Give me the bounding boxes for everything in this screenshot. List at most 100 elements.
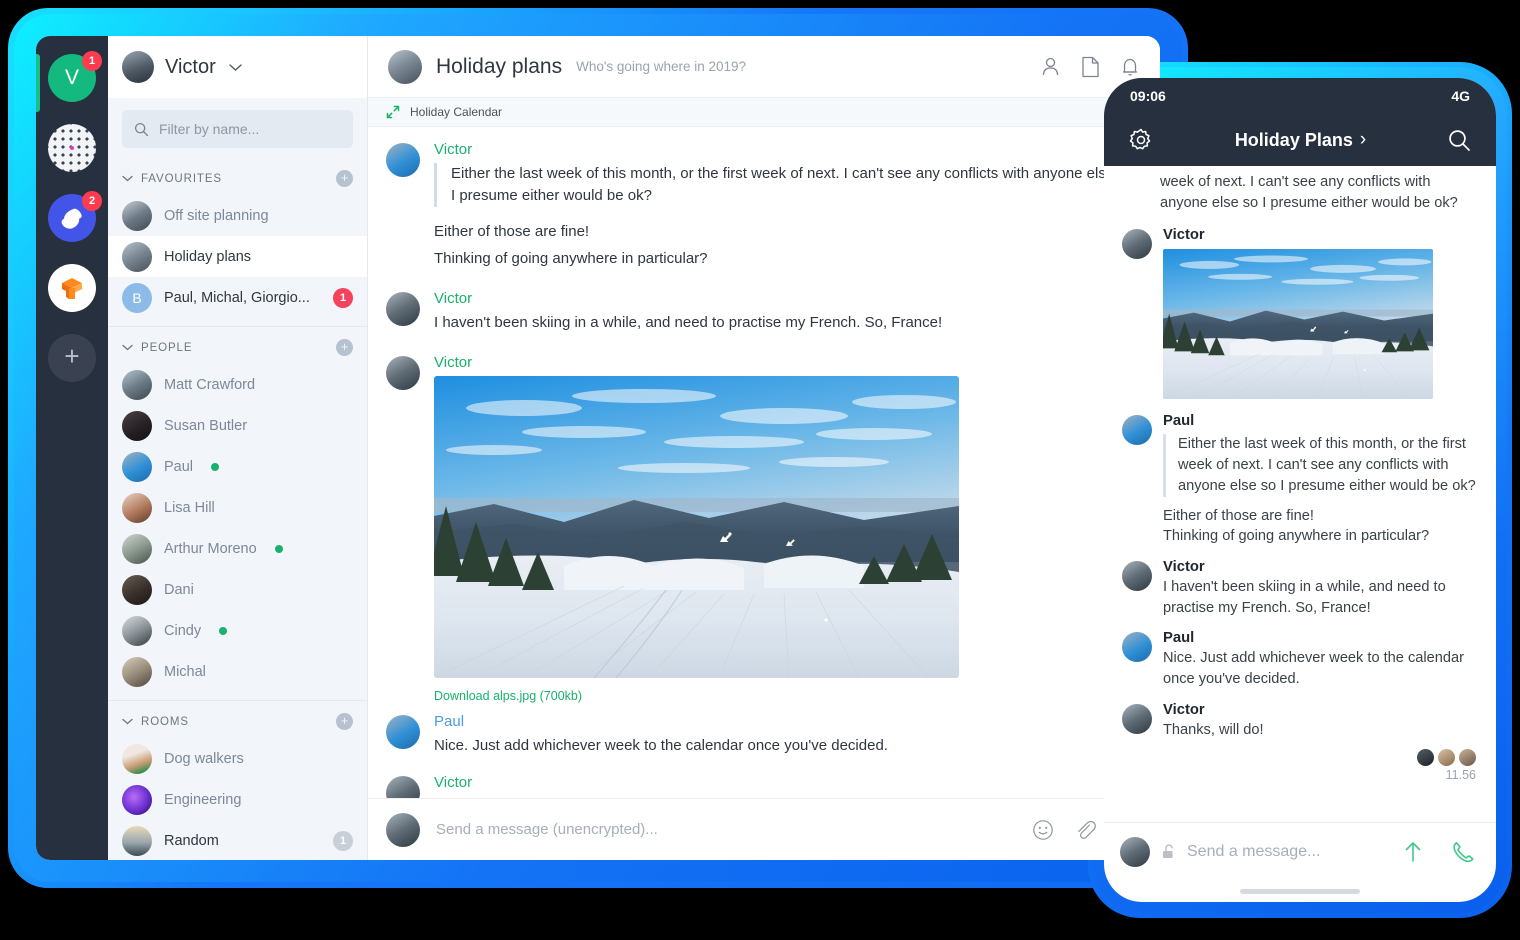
sidebar-item-michal[interactable]: Michal (108, 651, 367, 692)
message-text-line: I haven't been skiing in a while, and ne… (434, 312, 1138, 334)
rail-item-add-account[interactable]: + (48, 334, 96, 382)
message-author: Victor (434, 774, 1138, 791)
sidebar-item-off-site-planning[interactable]: Off site planning (108, 195, 367, 236)
mobile-message-image-alps[interactable] (1163, 249, 1433, 399)
desktop-device-frame: V 1 2 (8, 8, 1188, 888)
sidebar-item-label: Engineering (164, 792, 353, 808)
avatar (386, 292, 420, 326)
sidebar-item-holiday-plans[interactable]: Holiday plans (108, 236, 367, 277)
search-icon[interactable] (1447, 128, 1472, 153)
sidebar-item-random[interactable]: Random 1 (108, 820, 367, 860)
mobile-message-body: Victor (1163, 227, 1478, 399)
attachment-icon[interactable] (1074, 819, 1096, 841)
section-header-people: PEOPLE + (108, 327, 367, 364)
status-time: 09:06 (1130, 88, 1166, 104)
add-person-button[interactable]: + (336, 339, 353, 356)
gear-icon[interactable] (1128, 127, 1154, 153)
message-text-line: Nice. Just add whichever week to the cal… (434, 735, 1138, 757)
chevron-right-icon: › (1360, 129, 1366, 151)
mobile-chat-title-group[interactable]: Holiday Plans › (1235, 129, 1366, 151)
message-list[interactable]: Victor Either the last week of this mont… (368, 127, 1160, 798)
message-item: Victor I haven't been skiing in a while,… (368, 274, 1160, 338)
filter-box[interactable] (122, 110, 353, 148)
mobile-app: 09:06 4G Holiday Plans › (1104, 78, 1496, 902)
document-icon[interactable] (1081, 56, 1100, 78)
sidebar-item-paul[interactable]: Paul (108, 446, 367, 487)
avatar (122, 51, 154, 83)
main-chat-panel: Holiday plans Who's going where in 2019? (368, 36, 1160, 860)
message-item: Victor (368, 338, 1160, 705)
message-item: Victor Either the last week of this mont… (368, 137, 1160, 274)
download-link[interactable]: Download alps.jpg (700kb) (434, 678, 1138, 705)
add-room-button[interactable]: + (336, 713, 353, 730)
message-composer[interactable]: Send a message (unencrypted)... (368, 798, 1160, 860)
rail-item-dots-workspace[interactable] (48, 124, 96, 172)
message-text-line: Thanks, will do! (434, 796, 1138, 799)
quote-text: Either the last week of this month, or t… (451, 163, 1138, 207)
mobile-message-text-line: Thanks, will do! (1163, 720, 1478, 741)
sidebar-item-label: Holiday plans (164, 249, 353, 265)
mobile-message-composer[interactable]: Send a message... (1104, 822, 1496, 880)
sidebar-item-matt-crawford[interactable]: Matt Crawford (108, 364, 367, 405)
avatar (122, 370, 152, 400)
account-unread-badge: 1 (82, 51, 102, 71)
mobile-message-list[interactable]: week of next. I can't see any conflicts … (1104, 166, 1496, 822)
sidebar-item-engineering[interactable]: Engineering (108, 779, 367, 820)
widget-bar[interactable]: Holiday Calendar (368, 98, 1160, 127)
sidebar-item-label: Lisa Hill (164, 500, 353, 516)
sidebar-item-dog-walkers[interactable]: Dog walkers (108, 738, 367, 779)
chevron-down-icon[interactable] (122, 173, 133, 185)
sidebar-item-arthur-moreno[interactable]: Arthur Moreno (108, 528, 367, 569)
message-item: Paul Nice. Just add whichever week to th… (368, 705, 1160, 761)
sidebar-user-header[interactable]: Victor (108, 36, 367, 98)
sidebar-item-group-chat[interactable]: B Paul, Michal, Giorgio... 1 (108, 277, 367, 318)
home-indicator (1104, 880, 1496, 902)
expand-arrows-icon[interactable] (386, 105, 400, 119)
sidebar-item-susan-butler[interactable]: Susan Butler (108, 405, 367, 446)
person-icon[interactable] (1040, 56, 1061, 77)
orange-workspace-icon (48, 264, 96, 312)
sidebar-item-label: Michal (164, 664, 353, 680)
unread-badge: 1 (333, 288, 353, 308)
quote-text: Either the last week of this month, or t… (1178, 434, 1478, 496)
avatar (122, 411, 152, 441)
avatar (122, 826, 152, 856)
sidebar-item-lisa-hill[interactable]: Lisa Hill (108, 487, 367, 528)
add-favourite-button[interactable]: + (336, 170, 353, 187)
avatar (386, 776, 420, 799)
sidebar-list: FAVOURITES + Off site planning Holiday p… (108, 158, 367, 860)
avatar (388, 50, 422, 84)
mobile-message-body: Victor Thanks, will do! (1163, 702, 1478, 741)
rail-item-blue-workspace[interactable]: 2 (48, 194, 96, 242)
call-icon[interactable] (1450, 839, 1476, 865)
avatar (122, 493, 152, 523)
mobile-message-body: Paul Nice. Just add whichever week to th… (1163, 630, 1478, 689)
bell-icon[interactable] (1120, 56, 1140, 78)
message-image-alps[interactable] (434, 376, 959, 678)
search-input[interactable] (159, 121, 341, 137)
message-input-placeholder[interactable]: Send a message (unencrypted)... (436, 821, 1016, 838)
avatar (1122, 704, 1152, 734)
chevron-down-icon[interactable] (122, 342, 133, 354)
message-author: Victor (434, 141, 1138, 158)
read-receipts (1104, 743, 1496, 766)
avatar (122, 201, 152, 231)
sidebar-item-label: Off site planning (164, 208, 353, 224)
message-text-line: Either of those are fine! (434, 221, 1138, 243)
mobile-status-bar: 09:06 4G (1104, 78, 1496, 114)
mobile-chat-title: Holiday Plans (1235, 130, 1353, 151)
read-receipt-avatar (1459, 749, 1476, 766)
unlocked-icon[interactable] (1160, 843, 1177, 860)
arrow-up-icon[interactable] (1400, 839, 1426, 865)
sidebar-item-cindy[interactable]: Cindy (108, 610, 367, 651)
sidebar-item-dani[interactable]: Dani (108, 569, 367, 610)
blue-workspace-unread-badge: 2 (82, 191, 102, 211)
dots-workspace-icon (48, 124, 96, 172)
chevron-down-icon[interactable] (229, 60, 242, 75)
rail-item-orange-workspace[interactable] (48, 264, 96, 312)
mobile-message-input-placeholder[interactable]: Send a message... (1187, 843, 1390, 861)
status-network: 4G (1451, 88, 1470, 104)
rail-item-victor-account[interactable]: V 1 (48, 54, 96, 102)
emoji-icon[interactable] (1032, 819, 1054, 841)
chevron-down-icon[interactable] (122, 716, 133, 728)
